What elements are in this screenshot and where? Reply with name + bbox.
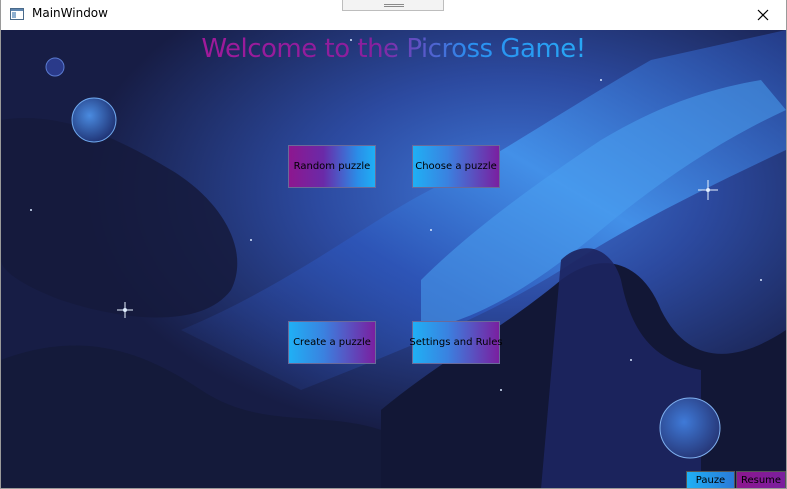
close-button[interactable] [740, 0, 786, 30]
client-area: Welcome to the Picross Game! Random puzz… [1, 30, 786, 488]
app-window-icon [10, 8, 24, 20]
main-window: MainWindow Welcome to the Picross Game! … [0, 0, 787, 489]
resume-button[interactable]: Resume [736, 471, 786, 488]
welcome-heading: Welcome to the Picross Game! [1, 34, 786, 64]
create-puzzle-button[interactable]: Create a puzzle [288, 321, 376, 364]
choose-puzzle-button[interactable]: Choose a puzzle [412, 145, 500, 188]
settings-rules-button[interactable]: Settings and Rules [409, 321, 503, 364]
space-background [1, 30, 786, 488]
drag-handle[interactable] [342, 0, 444, 11]
random-puzzle-button[interactable]: Random puzzle [288, 145, 376, 188]
window-title: MainWindow [32, 6, 108, 20]
pause-button[interactable]: Pauze [686, 471, 735, 488]
close-icon [757, 9, 769, 21]
title-bar[interactable]: MainWindow [1, 0, 786, 30]
welcome-heading-text: Welcome to the Picross Game! [201, 34, 586, 64]
